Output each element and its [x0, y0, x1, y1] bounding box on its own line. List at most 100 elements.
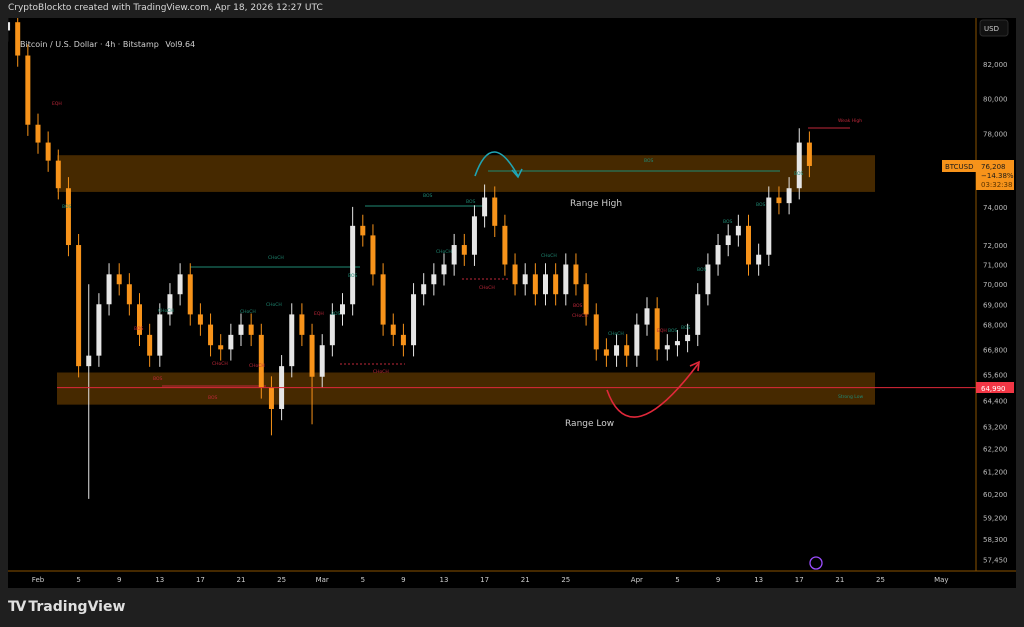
chart-attribution: CryptoBlockto created with TradingView.c… [8, 3, 323, 13]
choch-label: CHoCH [240, 309, 256, 315]
candle-body [299, 314, 304, 334]
range-zone [57, 372, 875, 404]
time-tick: Apr [631, 576, 643, 584]
candle-body [695, 294, 700, 335]
time-tick: 17 [480, 576, 489, 584]
candle-body [553, 274, 558, 294]
time-tick: 25 [277, 576, 286, 584]
time-tick: 25 [876, 576, 885, 584]
candle-body [340, 304, 345, 314]
price-tick: 78,000 [983, 131, 1008, 139]
bos-label: BOS [794, 171, 804, 177]
price-tick: 62,200 [983, 446, 1008, 454]
candle-body [411, 294, 416, 345]
choch-label: CHoCH [373, 369, 389, 375]
price-tick: 68,000 [983, 322, 1008, 330]
bos-label: BOS [681, 325, 691, 331]
candle-body [807, 143, 812, 166]
bos-label: BOS [153, 376, 163, 382]
candle-body [147, 335, 152, 356]
candle-body [736, 226, 741, 236]
price-chart: EQH BOS CHoCH BOS CHoCH CHoCH CHoCH EQH BOS BOS BO… [8, 18, 1016, 588]
candle-body [563, 265, 568, 295]
price-tick: 60,200 [983, 491, 1008, 499]
eqh-label: EQH [314, 311, 324, 317]
candle-body [675, 341, 680, 345]
bos-label: BOS [697, 267, 707, 273]
symbol-legend[interactable]: Bitcoin / U.S. Dollar · 4h · Bitstamp Vo… [20, 40, 195, 49]
price-axis[interactable]: 82,00080,00078,00074,00072,00071,00070,0… [983, 61, 1008, 564]
time-tick: Mar [316, 576, 329, 584]
chart-area[interactable]: Bitcoin / U.S. Dollar · 4h · Bitstamp Vo… [8, 18, 1016, 588]
hline-price: 64,990 [981, 385, 1006, 393]
candle-body [614, 345, 619, 355]
eqh-label: EQH [657, 328, 667, 334]
candle-body [634, 325, 639, 356]
candle-body [431, 274, 436, 284]
event-icon[interactable] [810, 557, 822, 569]
price-change: −14.38% [981, 172, 1014, 180]
price-tick: 63,200 [983, 423, 1008, 431]
candle-body [269, 387, 274, 409]
candle-body [360, 226, 365, 236]
choch-label: CHoCH [249, 363, 265, 369]
candle-body [584, 284, 589, 314]
candle-body [776, 198, 781, 204]
candle-body [756, 255, 761, 265]
tradingview-brand: TradingView [28, 599, 125, 615]
candle-body [716, 245, 721, 264]
candle-body [513, 265, 518, 285]
candle-body [36, 125, 41, 143]
price-tick: 66,800 [983, 346, 1008, 354]
time-tick: 9 [401, 576, 405, 584]
candle-body [391, 325, 396, 335]
candle-body [573, 265, 578, 285]
price-tick: 74,000 [983, 204, 1008, 212]
candle-body [543, 274, 548, 294]
candle-body [188, 274, 193, 314]
candle-body [421, 284, 426, 294]
bos-label: BOS [756, 202, 766, 208]
choch-label: CHoCH [572, 313, 588, 319]
price-tick: 64,400 [983, 397, 1008, 405]
symbol-description: Bitcoin / U.S. Dollar · 4h · Bitstamp [20, 40, 159, 49]
candle-body [492, 198, 497, 226]
range-high-label: Range High [570, 199, 622, 209]
candle-body [76, 245, 81, 366]
time-tick: 17 [196, 576, 205, 584]
choch-label: CHoCH [436, 249, 452, 255]
time-tick: 21 [521, 576, 530, 584]
range-zone [57, 155, 875, 192]
candle-body [117, 274, 122, 284]
candle-body [310, 335, 315, 377]
candle-body [726, 235, 731, 245]
choch-label: CHoCH [541, 253, 557, 259]
bos-label: BOS [134, 326, 144, 332]
price-tick: 65,600 [983, 372, 1008, 380]
symbol-tag-text: BTCUSD [945, 163, 974, 171]
candle-body [8, 22, 10, 30]
candle-body [370, 235, 375, 274]
candle-body [66, 188, 71, 245]
candle-body [594, 314, 599, 349]
bos-label: BOS [466, 199, 476, 205]
candle-body [604, 349, 609, 355]
price-tick: 80,000 [983, 95, 1008, 103]
bar-countdown: 03:32:38 [981, 181, 1012, 189]
price-tick: 82,000 [983, 61, 1008, 69]
candle-body [787, 188, 792, 203]
time-axis[interactable]: Feb5913172125Mar5913172125Apr5913172125M… [32, 576, 949, 584]
eqh-label: EQH [52, 101, 62, 107]
time-tick: 9 [117, 576, 121, 584]
time-tick: 13 [440, 576, 449, 584]
candle-body [523, 274, 528, 284]
tradingview-logo-icon: TV [8, 599, 24, 615]
candle-body [320, 345, 325, 377]
candle-body [259, 335, 264, 388]
choch-label: CHoCH [158, 308, 174, 314]
tradingview-logo[interactable]: TV TradingView [8, 599, 125, 615]
strong-low-label: Strong Low [838, 394, 863, 400]
candle-body [482, 198, 487, 217]
range-low-label: Range Low [565, 419, 614, 429]
time-tick: 21 [237, 576, 246, 584]
